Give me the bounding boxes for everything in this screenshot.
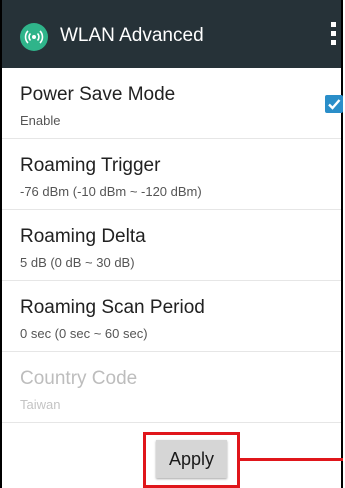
pref-title: Roaming Scan Period bbox=[20, 297, 205, 318]
app-bar: WLAN Advanced bbox=[2, 0, 341, 68]
pref-power-save-mode[interactable]: Power Save Mode Enable bbox=[2, 68, 343, 139]
pref-summary: -76 dBm (-10 dBm ~ -120 dBm) bbox=[20, 184, 202, 199]
annotation-highlight-box bbox=[143, 432, 240, 488]
annotation-pointer-line bbox=[240, 458, 343, 461]
pref-roaming-scan-period[interactable]: Roaming Scan Period 0 sec (0 sec ~ 60 se… bbox=[2, 281, 341, 352]
pref-summary: 5 dB (0 dB ~ 30 dB) bbox=[20, 255, 135, 270]
power-save-checkbox[interactable] bbox=[325, 95, 343, 113]
pref-title: Country Code bbox=[20, 368, 138, 389]
frame-border-right bbox=[341, 0, 343, 488]
pref-title: Power Save Mode bbox=[20, 84, 176, 105]
app-title: WLAN Advanced bbox=[60, 25, 204, 46]
checkmark-icon bbox=[328, 99, 341, 110]
wifi-signal-icon bbox=[20, 23, 48, 51]
screen: WLAN Advanced Power Save Mode Enable Roa… bbox=[0, 0, 345, 488]
pref-roaming-trigger[interactable]: Roaming Trigger -76 dBm (-10 dBm ~ -120 … bbox=[2, 139, 341, 210]
overflow-menu-icon[interactable] bbox=[331, 22, 337, 50]
pref-summary: Taiwan bbox=[20, 397, 61, 412]
preferences-list: Power Save Mode Enable Roaming Trigger -… bbox=[2, 68, 343, 423]
pref-country-code: Country Code Taiwan bbox=[2, 352, 341, 423]
pref-summary: Enable bbox=[20, 113, 61, 128]
pref-title: Roaming Trigger bbox=[20, 155, 161, 176]
pref-roaming-delta[interactable]: Roaming Delta 5 dB (0 dB ~ 30 dB) bbox=[2, 210, 341, 281]
pref-summary: 0 sec (0 sec ~ 60 sec) bbox=[20, 326, 148, 341]
pref-title: Roaming Delta bbox=[20, 226, 146, 247]
